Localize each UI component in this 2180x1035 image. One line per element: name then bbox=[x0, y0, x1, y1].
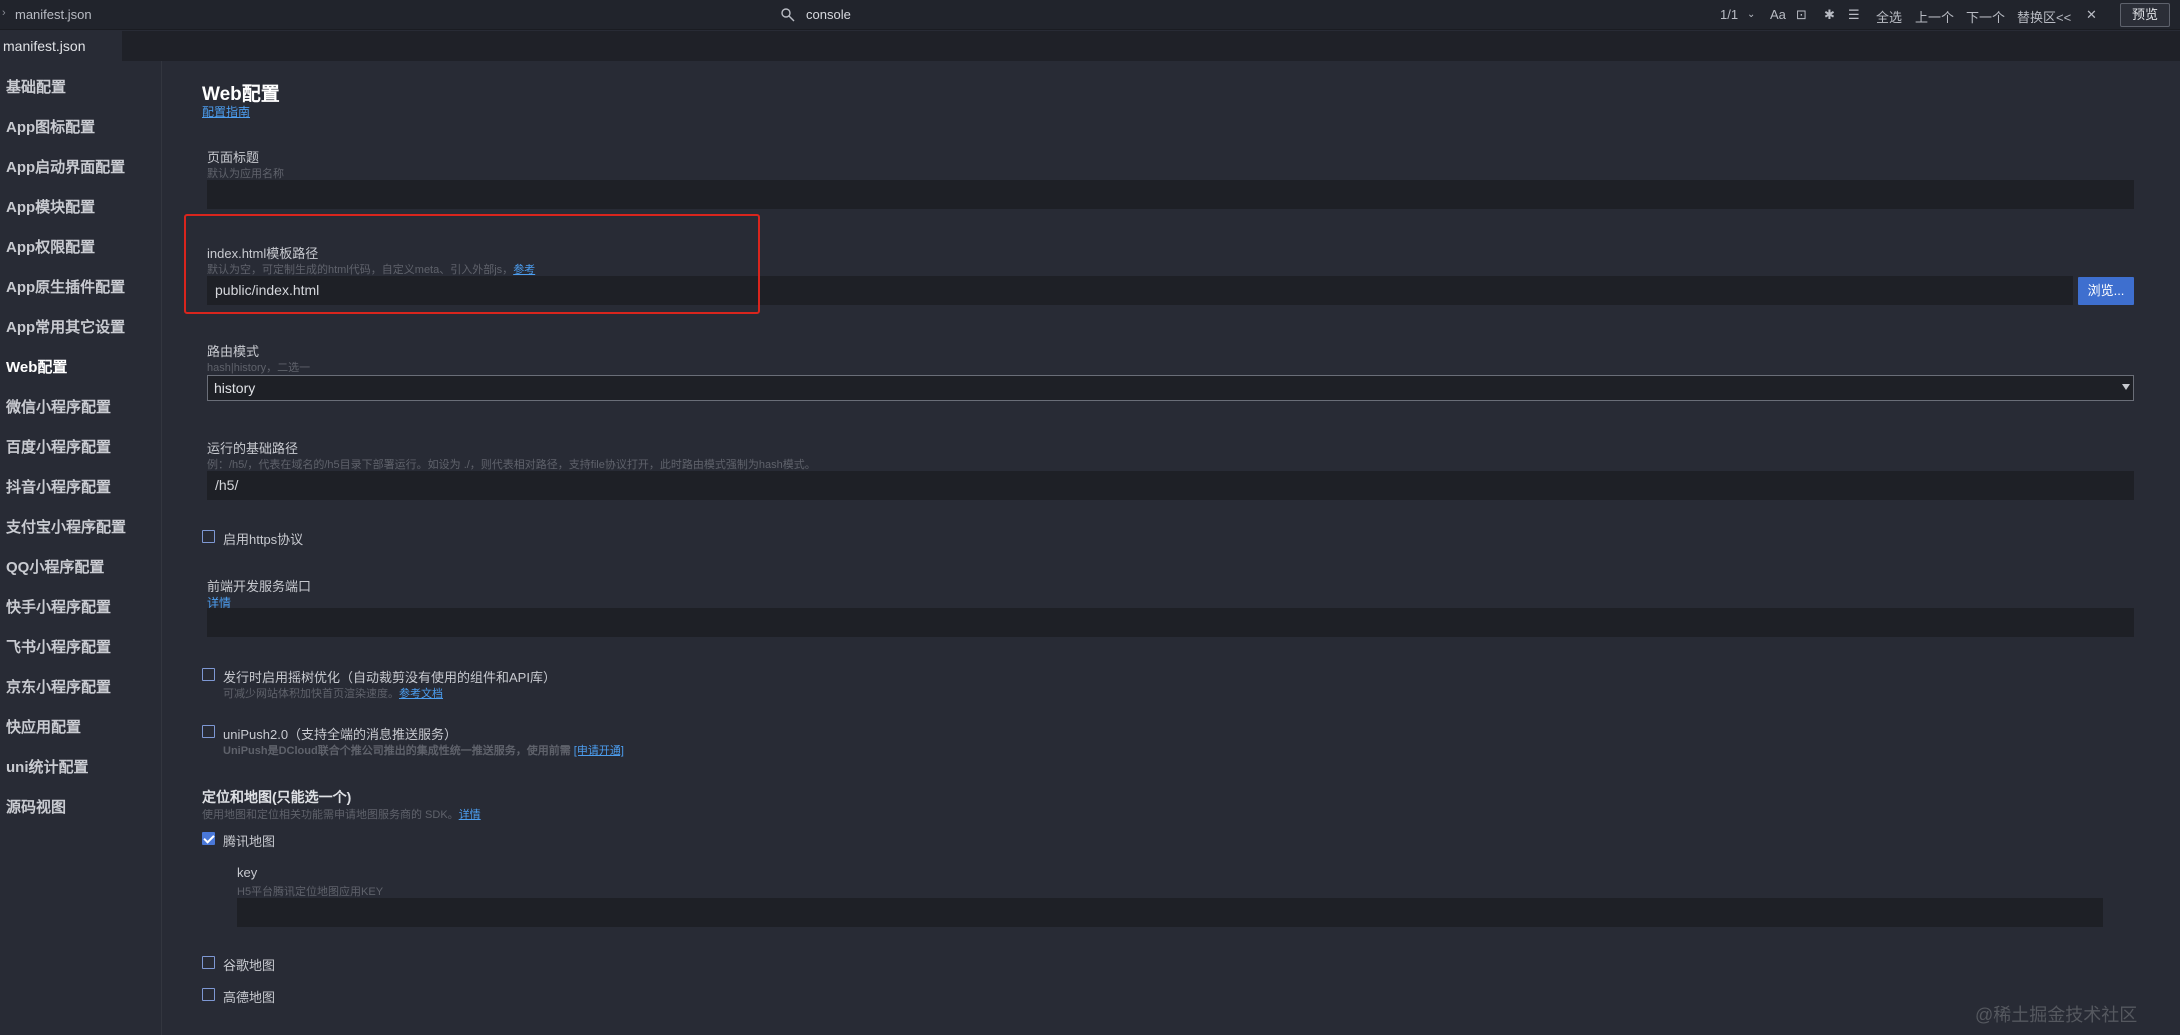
base-path-hint: 例：/h5/，代表在域名的/h5目录下部署运行。如设为 ./，则代表相对路径，支… bbox=[207, 459, 816, 471]
unipush-apply-link[interactable]: [申请开通] bbox=[574, 745, 624, 757]
sidebar-item-app-splash[interactable]: App启动界面配置 bbox=[6, 156, 125, 177]
watermark: @稀土掘金技术社区 bbox=[1975, 1005, 2138, 1025]
page-title: Web配置 bbox=[202, 84, 280, 105]
tencent-map-checkbox[interactable] bbox=[202, 832, 215, 845]
match-case-toggle[interactable]: Aa bbox=[1770, 7, 1786, 22]
tree-shaking-hint: 可减少网站体积加快首页渲染速度。参考文档 bbox=[223, 685, 443, 701]
maps-section-hint: 使用地图和定位相关功能需申请地图服务商的 SDK。详情 bbox=[202, 806, 481, 822]
editor-tab-bar: manifest.json bbox=[0, 31, 2180, 61]
google-map-checkbox[interactable] bbox=[202, 956, 215, 969]
unipush-hint-text: UniPush是DCloud联合个推公司推出的集成性统一推送服务，使用前需 bbox=[223, 745, 571, 757]
match-count: 1/1 bbox=[1720, 7, 1739, 22]
config-sidebar: 基础配置 App图标配置 App启动界面配置 App模块配置 App权限配置 A… bbox=[0, 61, 162, 1035]
tree-shaking-ref-link[interactable]: 参考文档 bbox=[399, 688, 443, 700]
sidebar-item-feishu[interactable]: 飞书小程序配置 bbox=[6, 636, 111, 657]
sidebar-item-app-permissions[interactable]: App权限配置 bbox=[6, 236, 95, 257]
close-find-icon[interactable]: ✕ bbox=[2086, 7, 2097, 23]
regex-toggle-icon[interactable]: ⊡ bbox=[1796, 7, 1807, 23]
sidebar-item-uni-stat[interactable]: uni统计配置 bbox=[6, 756, 89, 777]
highlight-toggle-icon[interactable]: ✱ bbox=[1824, 7, 1835, 23]
breadcrumb-arrow-icon: › bbox=[2, 7, 6, 19]
select-all-button[interactable]: 全选 bbox=[1876, 7, 1902, 26]
router-mode-select[interactable]: history bbox=[207, 375, 2134, 401]
prev-match-button[interactable]: 上一个 bbox=[1915, 7, 1954, 26]
google-map-label: 谷歌地图 bbox=[223, 958, 276, 973]
router-mode-label: 路由模式 bbox=[207, 344, 260, 359]
maps-hint-text: 使用地图和定位相关功能需申请地图服务商的 SDK。 bbox=[202, 809, 459, 821]
find-query-input[interactable]: console bbox=[806, 7, 851, 22]
highlight-annotation-box bbox=[184, 214, 760, 314]
dev-port-label: 前端开发服务端口 bbox=[207, 579, 312, 594]
tree-shaking-label: 发行时启用摇树优化（自动裁剪没有使用的组件和API库） bbox=[223, 670, 556, 685]
sidebar-item-alipay[interactable]: 支付宝小程序配置 bbox=[6, 516, 126, 537]
base-path-input[interactable]: /h5/ bbox=[207, 471, 2134, 500]
sidebar-item-app-native-plugins[interactable]: App原生插件配置 bbox=[6, 276, 125, 297]
find-options-chevron-icon[interactable]: ⌄ bbox=[1747, 9, 1755, 20]
base-path-label: 运行的基础路径 bbox=[207, 441, 299, 456]
tab-manifest-json[interactable]: manifest.json bbox=[0, 31, 122, 61]
page-title-input[interactable] bbox=[207, 180, 2134, 209]
config-guide-link[interactable]: 配置指南 bbox=[202, 103, 250, 120]
page-title-field-hint: 默认为应用名称 bbox=[207, 168, 284, 180]
window-file-title: manifest.json bbox=[15, 7, 92, 22]
unipush-label: uniPush2.0（支持全端的消息推送服务） bbox=[223, 727, 458, 742]
title-bar: › manifest.json console 1/1 ⌄ Aa ⊡ ✱ ☰ 全… bbox=[0, 0, 2180, 30]
sidebar-item-app-modules[interactable]: App模块配置 bbox=[6, 196, 95, 217]
map-key-hint: H5平台腾讯定位地图应用KEY bbox=[237, 886, 384, 898]
sidebar-item-basic[interactable]: 基础配置 bbox=[6, 76, 66, 97]
find-icon[interactable] bbox=[780, 7, 796, 23]
amap-label: 高德地图 bbox=[223, 990, 276, 1005]
tree-shaking-hint-text: 可减少网站体积加快首页渲染速度。 bbox=[223, 688, 399, 700]
sidebar-item-baidu[interactable]: 百度小程序配置 bbox=[6, 436, 111, 457]
replace-toggle-button[interactable]: 替换区<< bbox=[2017, 7, 2071, 26]
map-key-input[interactable] bbox=[237, 898, 2103, 927]
sidebar-item-quickapp[interactable]: 快应用配置 bbox=[6, 716, 81, 737]
https-label: 启用https协议 bbox=[223, 532, 304, 547]
amap-checkbox[interactable] bbox=[202, 988, 215, 1001]
dropdown-caret-icon bbox=[2122, 384, 2130, 390]
browse-button[interactable]: 浏览... bbox=[2078, 277, 2134, 305]
sidebar-item-app-other[interactable]: App常用其它设置 bbox=[6, 316, 125, 337]
unipush-checkbox[interactable] bbox=[202, 725, 215, 738]
sidebar-item-douyin[interactable]: 抖音小程序配置 bbox=[6, 476, 111, 497]
router-mode-hint: hash|history，二选一 bbox=[207, 362, 311, 374]
maps-section-title: 定位和地图(只能选一个) bbox=[202, 789, 352, 805]
sidebar-item-app-icon[interactable]: App图标配置 bbox=[6, 116, 95, 137]
page-title-field-label: 页面标题 bbox=[207, 150, 260, 165]
map-key-label: key bbox=[237, 865, 258, 880]
maps-detail-link[interactable]: 详情 bbox=[459, 809, 481, 821]
sidebar-item-kuaishou[interactable]: 快手小程序配置 bbox=[6, 596, 111, 617]
sidebar-item-weixin[interactable]: 微信小程序配置 bbox=[6, 396, 111, 417]
next-match-button[interactable]: 下一个 bbox=[1966, 7, 2005, 26]
tree-shaking-checkbox[interactable] bbox=[202, 668, 215, 681]
https-checkbox[interactable] bbox=[202, 530, 215, 543]
preview-button[interactable]: 预览 bbox=[2120, 3, 2170, 27]
sidebar-item-web[interactable]: Web配置 bbox=[6, 356, 67, 377]
tencent-map-label: 腾讯地图 bbox=[223, 834, 276, 849]
sidebar-item-jd[interactable]: 京东小程序配置 bbox=[6, 676, 111, 697]
dev-port-input[interactable] bbox=[207, 608, 2134, 637]
router-mode-value: history bbox=[214, 380, 256, 396]
sidebar-item-qq[interactable]: QQ小程序配置 bbox=[6, 556, 104, 577]
unipush-hint: UniPush是DCloud联合个推公司推出的集成性统一推送服务，使用前需 [申… bbox=[223, 742, 624, 758]
selection-filter-icon[interactable]: ☰ bbox=[1848, 7, 1860, 23]
sidebar-item-source-view[interactable]: 源码视图 bbox=[6, 796, 66, 817]
